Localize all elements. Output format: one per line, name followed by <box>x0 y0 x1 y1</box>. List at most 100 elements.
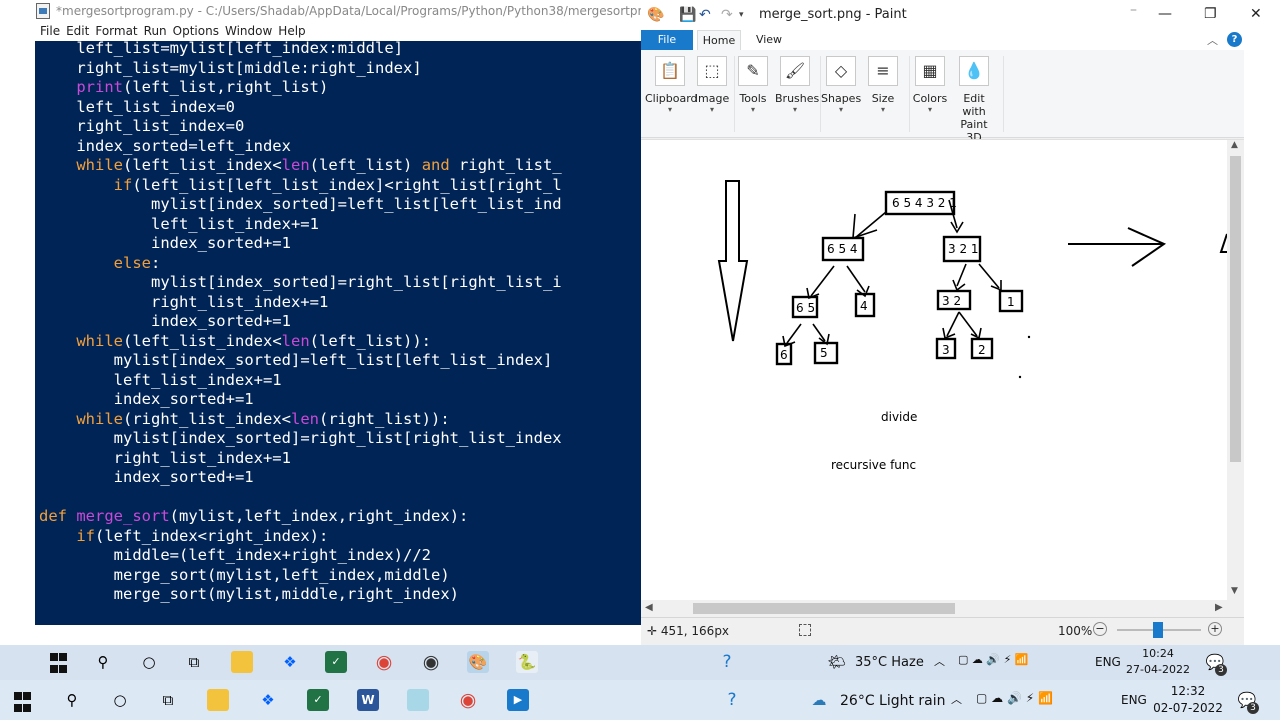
task-view-icon[interactable]: ⧉ <box>183 651 205 673</box>
video-editor-icon[interactable]: ▶ <box>507 689 529 711</box>
paint-taskbar-icon[interactable]: 🎨 <box>467 651 489 673</box>
search-icon[interactable]: ⚲ <box>61 689 83 711</box>
code-line[interactable]: else: <box>39 254 639 274</box>
chevron-up-icon[interactable]: ︿ <box>951 691 962 707</box>
browser-profile-icon[interactable]: ◉ <box>420 651 442 673</box>
ribbon-group-paint3d[interactable]: 💧 Edit with Paint 3D <box>951 54 997 144</box>
tray-icons[interactable]: ▢ ☁ 🔊 ⚡ 📶 <box>976 691 1053 705</box>
code-editor[interactable]: left_list=mylist[left_index:middle] righ… <box>0 41 641 625</box>
notepad-icon[interactable] <box>407 689 429 711</box>
tab-file[interactable]: File <box>641 30 693 50</box>
code-line[interactable]: right_list_index+=1 <box>39 293 639 313</box>
code-line[interactable]: mylist[index_sorted]=left_list[left_list… <box>39 351 639 371</box>
dropbox-icon[interactable]: ❖ <box>257 689 279 711</box>
scroll-up-icon[interactable]: ▲ <box>1231 140 1238 150</box>
ribbon-group-shapes[interactable]: ◇ Shapes ▾ <box>821 54 861 134</box>
language-indicator[interactable]: ENG <box>1121 693 1147 707</box>
code-line[interactable]: def merge_sort(mylist,left_index,right_i… <box>39 507 639 527</box>
file-explorer-icon[interactable] <box>207 689 229 711</box>
ribbon-group-brushes[interactable]: 🖌 Brushes ▾ <box>775 54 819 134</box>
ribbon-group-image[interactable]: ⬚ Image ▾ <box>693 54 731 134</box>
code-line[interactable]: right_list_index+=1 <box>39 449 639 469</box>
python-idle-icon[interactable]: 🐍 <box>516 651 538 673</box>
cortana-icon[interactable]: ○ <box>109 689 131 711</box>
tab-view[interactable]: View <box>751 30 787 50</box>
cortana-icon[interactable]: ○ <box>138 651 160 673</box>
spreadsheet-icon[interactable]: ✓ <box>325 651 347 673</box>
customize-toolbar-icon[interactable]: ▾ <box>739 10 744 20</box>
horizontal-scrollbar[interactable]: ◀ ▶ <box>641 600 1244 617</box>
code-line[interactable]: while(right_list_index<len(right_list)): <box>39 410 639 430</box>
chevron-up-icon[interactable]: ︿ <box>934 653 945 669</box>
scroll-down-icon[interactable]: ▼ <box>1231 586 1238 596</box>
task-view-icon[interactable]: ⧉ <box>157 689 179 711</box>
code-line[interactable]: index_sorted+=1 <box>39 468 639 488</box>
language-indicator[interactable]: ENG <box>1095 655 1121 669</box>
ribbon-group-tools[interactable]: ✎ Tools ▾ <box>735 54 771 134</box>
zoom-in-button[interactable]: + <box>1208 622 1222 636</box>
help-tips-icon[interactable]: ? <box>721 689 743 711</box>
code-line[interactable]: left_list_index=0 <box>39 98 639 118</box>
code-line[interactable]: index_sorted+=1 <box>39 312 639 332</box>
tab-home[interactable]: Home <box>697 30 741 50</box>
code-line[interactable]: index_sorted+=1 <box>39 390 639 410</box>
horizontal-scroll-thumb[interactable] <box>693 603 955 614</box>
clock-date[interactable]: 02-07-2022 <box>1150 701 1226 715</box>
ribbon-group-colors[interactable]: ▦ Colors ▾ <box>911 54 949 134</box>
code-line[interactable]: merge_sort(mylist,left_index,middle) <box>39 566 639 586</box>
minimize-icon[interactable]: — <box>1158 6 1172 22</box>
code-line[interactable]: right_list_index=0 <box>39 117 639 137</box>
menu-options[interactable]: Options <box>170 22 222 41</box>
vertical-scroll-thumb[interactable] <box>1230 156 1241 462</box>
chrome-icon[interactable]: ◉ <box>373 651 395 673</box>
menu-help[interactable]: Help <box>275 22 308 41</box>
code-line[interactable] <box>39 488 639 508</box>
code-line[interactable]: left_list=mylist[left_index:middle] <box>39 41 639 59</box>
dropbox-icon[interactable]: ❖ <box>279 651 301 673</box>
menu-window[interactable]: Window <box>222 22 275 41</box>
code-line[interactable]: while(left_list_index<len(left_list)): <box>39 332 639 352</box>
clock-time[interactable]: 12:32 <box>1158 684 1218 698</box>
clock-time[interactable]: 10:24 <box>1128 647 1188 660</box>
minimize-icon-faded[interactable]: – <box>1130 2 1137 18</box>
help-icon[interactable]: ? <box>1227 32 1242 47</box>
scroll-left-icon[interactable]: ◀ <box>645 602 653 613</box>
ribbon-group-size[interactable]: ≡ Size ▾ <box>865 54 901 134</box>
idle-title-bar[interactable]: *mergesortprogram.py - C:/Users/Shadab/A… <box>0 0 641 22</box>
spreadsheet-icon[interactable]: ✓ <box>307 689 329 711</box>
code-line[interactable]: mylist[index_sorted]=right_list[right_li… <box>39 273 639 293</box>
code-line[interactable]: middle=(left_index+right_index)//2 <box>39 546 639 566</box>
weather-text[interactable]: 35°C Haze <box>855 655 924 670</box>
clock-date[interactable]: 27-04-2022 <box>1122 663 1194 676</box>
code-line[interactable]: if(left_index<right_index): <box>39 527 639 547</box>
vertical-scrollbar[interactable]: ▲ ▼ <box>1227 140 1244 601</box>
zoom-slider-thumb[interactable] <box>1153 622 1163 638</box>
code-line[interactable]: while(left_list_index<len(left_list) and… <box>39 156 639 176</box>
search-icon[interactable]: ⚲ <box>92 651 114 673</box>
code-line[interactable]: index_sorted=left_index <box>39 137 639 157</box>
windows-start-icon[interactable] <box>14 692 36 714</box>
menu-run[interactable]: Run <box>141 22 170 41</box>
tray-icons[interactable]: ▢ ☁ 🔊 ⚡ 📶 <box>958 653 1029 666</box>
word-icon[interactable]: W <box>357 689 379 711</box>
windows-start-icon[interactable] <box>50 653 72 675</box>
code-line[interactable]: left_list_index+=1 <box>39 215 639 235</box>
close-icon[interactable]: ✕ <box>1250 6 1262 22</box>
drawing-canvas[interactable]: 6 5 4 3 2 1 6 5 4 3 2 1 6 5 4 3 2 1 6 5 … <box>641 140 1227 601</box>
code-line[interactable]: if(left_list[left_list_index]<right_list… <box>39 176 639 196</box>
code-line[interactable]: mylist[index_sorted]=left_list[left_list… <box>39 195 639 215</box>
menu-format[interactable]: Format <box>92 22 140 41</box>
save-icon[interactable]: 💾 <box>679 7 696 23</box>
code-line[interactable]: merge_sort(mylist,middle,right_index) <box>39 585 639 605</box>
paint-canvas-area[interactable]: 6 5 4 3 2 1 6 5 4 3 2 1 6 5 4 3 2 1 6 5 … <box>641 139 1244 601</box>
redo-icon[interactable]: ↷ <box>721 7 733 23</box>
code-line[interactable]: mylist[index_sorted]=right_list[right_li… <box>39 429 639 449</box>
code-line[interactable]: index_sorted+=1 <box>39 234 639 254</box>
code-line[interactable]: left_list_index+=1 <box>39 371 639 391</box>
ribbon-group-clipboard[interactable]: 📋 Clipboard ▾ <box>645 54 698 134</box>
zoom-out-button[interactable]: − <box>1093 622 1107 636</box>
chevron-up-icon[interactable]: ︿ <box>1207 32 1218 48</box>
help-tips-icon[interactable]: ? <box>716 651 738 673</box>
code-line[interactable]: right_list=mylist[middle:right_index] <box>39 59 639 79</box>
file-explorer-icon[interactable] <box>231 651 253 673</box>
